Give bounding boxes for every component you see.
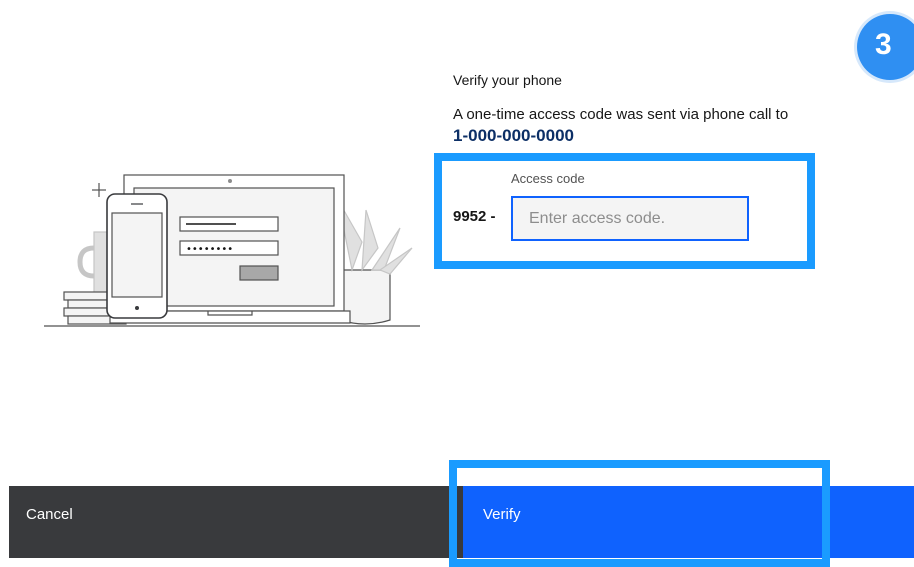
page-title: Verify your phone [453,72,562,88]
illustration-password-mask: •••••••• [186,244,233,255]
access-code-label: Access code [511,171,585,186]
cancel-button[interactable]: Cancel [9,486,463,558]
access-code-description: A one-time access code was sent via phon… [453,106,789,123]
phone-number: 1-000-000-0000 [453,126,574,145]
access-code-input[interactable] [511,196,749,241]
verify-phone-page: 3 •••••••• Verify your phone A one-time … [0,0,914,567]
step-badge: 3 [857,14,914,80]
login-illustration: •••••••• [44,174,420,327]
verify-button[interactable]: Verify [463,486,914,558]
access-code-prefix: 9952 - [453,208,496,225]
